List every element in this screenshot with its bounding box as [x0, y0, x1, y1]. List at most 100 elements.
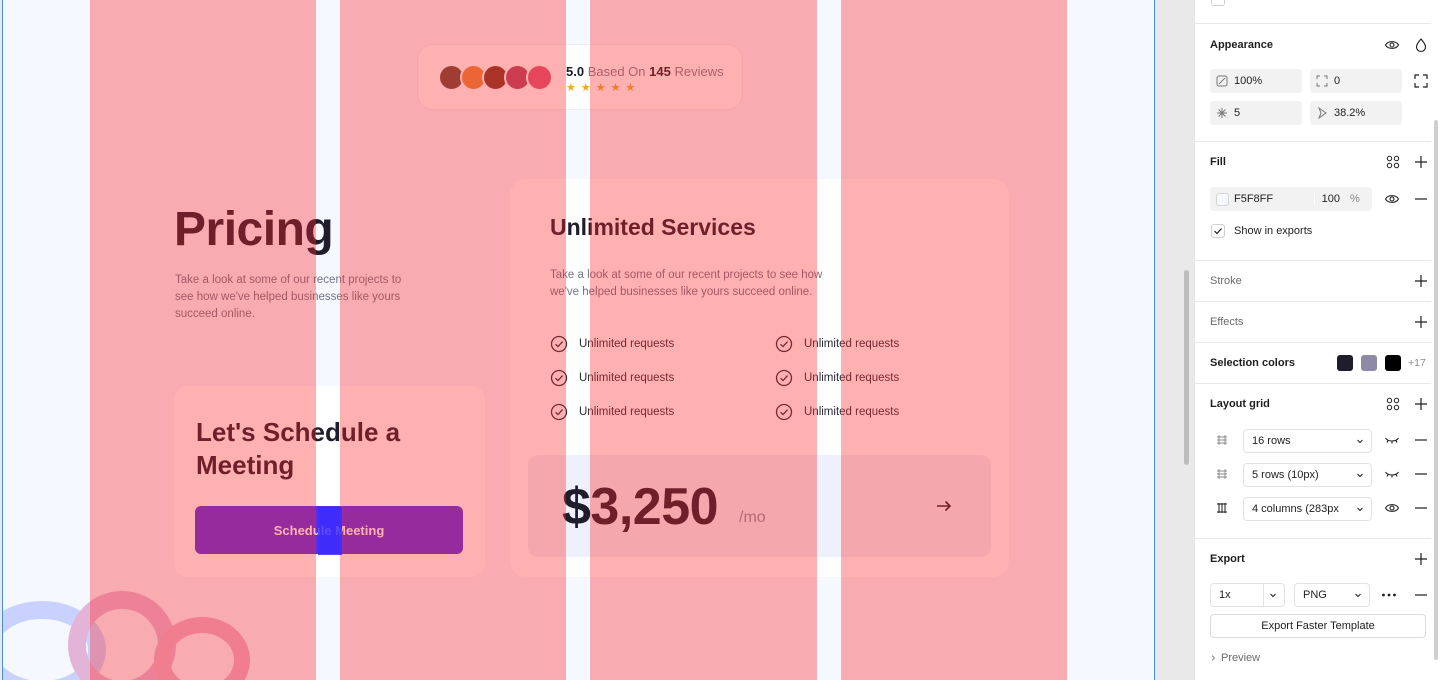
checkmark-icon — [1214, 228, 1222, 235]
check-circle-icon — [775, 335, 793, 353]
selection-color-swatch[interactable] — [1337, 355, 1353, 371]
grid-select-rows-10px[interactable]: 5 rows (10px) — [1243, 463, 1372, 487]
unlimited-services-card: Unlimited Services Take a look at some o… — [510, 179, 1009, 577]
opacity-field[interactable]: 100% — [1210, 69, 1302, 93]
price-amount: $3,250 — [562, 478, 719, 536]
selection-color-swatch[interactable] — [1385, 355, 1401, 371]
remove-fill-icon[interactable] — [1413, 191, 1429, 207]
more-options-icon[interactable] — [1381, 587, 1397, 603]
appearance-section: Appearance 100% 0 5 38.2% — [1195, 23, 1431, 141]
add-grid-icon[interactable] — [1413, 396, 1429, 412]
selection-colors-section: Selection colors +17 — [1195, 342, 1431, 383]
export-scale-select[interactable]: 1x — [1210, 583, 1285, 607]
remove-grid-icon[interactable] — [1413, 466, 1429, 482]
feature-label: Unlimited requests — [579, 338, 675, 350]
star-ratio-field[interactable]: 38.2% — [1310, 101, 1402, 125]
layout-grid-column — [90, 0, 316, 680]
corner-radius-field[interactable]: 0 — [1310, 69, 1402, 93]
chevron-down-icon — [1357, 473, 1363, 478]
export-format-select[interactable]: PNG — [1294, 583, 1370, 607]
grid-select-rows[interactable]: 16 rows — [1243, 429, 1372, 453]
feature-label: Unlimited requests — [579, 372, 675, 384]
feature-item: Unlimited requests — [775, 368, 899, 388]
layout-grid-title: Layout grid — [1210, 398, 1270, 410]
fill-visibility-icon[interactable] — [1384, 191, 1400, 207]
chevron-down-icon — [1355, 593, 1361, 598]
appearance-title: Appearance — [1210, 39, 1273, 51]
export-button[interactable]: Export Faster Template — [1210, 614, 1426, 638]
corner-radius-icon — [1310, 69, 1334, 93]
pricing-frame[interactable]: 5.0 Based On 145 Reviews ★★★★★ Pricing T… — [2, 0, 1155, 680]
design-canvas[interactable]: 5.0 Based On 145 Reviews ★★★★★ Pricing T… — [0, 0, 1194, 680]
fill-opacity-value[interactable]: 100 — [1314, 193, 1344, 205]
chevron-down-icon — [1357, 439, 1363, 444]
reviewer-avatars — [438, 64, 558, 92]
price-box[interactable]: $3,250 /mo — [528, 455, 991, 557]
chevron-down-icon — [1270, 593, 1276, 598]
review-rating: 5.0 — [566, 64, 585, 79]
chevron-right-icon — [1211, 655, 1216, 661]
selection-color-swatch[interactable] — [1361, 355, 1377, 371]
grid-select-label: 4 columns (283px — [1252, 503, 1339, 515]
arrow-right-icon[interactable] — [933, 495, 955, 517]
preview-label: Preview — [1221, 652, 1261, 664]
check-circle-icon — [775, 403, 793, 421]
more-colors-count[interactable]: +17 — [1408, 357, 1426, 369]
fill-percent-sign: % — [1350, 193, 1360, 205]
remove-grid-icon[interactable] — [1413, 500, 1429, 516]
panel-scrollbar[interactable] — [1434, 120, 1438, 660]
feature-label: Unlimited requests — [804, 338, 900, 350]
grid-select-label: 16 rows — [1252, 435, 1291, 447]
remove-export-icon[interactable] — [1413, 587, 1429, 603]
meeting-heading: Let's Schedule a Meeting — [196, 417, 401, 480]
star-points-field[interactable]: 5 — [1210, 101, 1302, 125]
fill-color-field[interactable]: F5F8FF 100 % — [1210, 187, 1372, 211]
selection-colors-title: Selection colors — [1210, 357, 1295, 369]
feature-label: Unlimited requests — [804, 406, 900, 418]
grid-visible-eye-icon[interactable] — [1384, 500, 1400, 516]
export-scale-value: 1x — [1219, 589, 1231, 601]
opacity-icon — [1210, 69, 1234, 93]
reviews-badge: 5.0 Based On 145 Reviews ★★★★★ — [417, 44, 743, 110]
add-fill-icon[interactable] — [1413, 154, 1429, 170]
independent-corners-icon[interactable] — [1413, 73, 1429, 89]
stroke-section: Stroke — [1195, 260, 1431, 301]
show-in-exports-checkbox[interactable] — [1211, 224, 1225, 238]
preview-toggle[interactable]: Preview — [1209, 652, 1260, 664]
show-in-exports-label: Show in exports — [1234, 225, 1313, 237]
remove-grid-icon[interactable] — [1413, 432, 1429, 448]
eye-icon[interactable] — [1384, 37, 1400, 53]
rows-grid-icon[interactable] — [1214, 432, 1230, 448]
feature-label: Unlimited requests — [579, 406, 675, 418]
selection-highlight — [318, 507, 342, 555]
export-format-value: PNG — [1303, 589, 1327, 601]
cut-off-checkbox[interactable] — [1211, 0, 1225, 6]
review-count: 145 — [649, 64, 671, 79]
pricing-heading: Pricing — [174, 203, 334, 256]
star-count-icon — [1210, 101, 1234, 125]
pricing-description: Take a look at some of our recent projec… — [175, 274, 402, 320]
columns-grid-icon[interactable] — [1214, 500, 1230, 516]
add-stroke-icon[interactable] — [1413, 273, 1429, 289]
rows-grid-icon[interactable] — [1214, 466, 1230, 482]
review-summary: 5.0 Based On 145 Reviews — [566, 64, 724, 79]
price-unit: /mo — [739, 509, 766, 526]
add-effect-icon[interactable] — [1413, 314, 1429, 330]
review-based-on: Based On — [587, 64, 646, 79]
grid-styles-icon[interactable] — [1385, 396, 1401, 412]
feature-item: Unlimited requests — [550, 368, 674, 388]
grid-select-columns[interactable]: 4 columns (283px — [1243, 497, 1372, 521]
grid-hidden-icon[interactable] — [1384, 432, 1400, 448]
add-export-icon[interactable] — [1413, 551, 1429, 567]
star-ratio-value: 38.2% — [1334, 107, 1366, 119]
styles-grid-icon[interactable] — [1385, 154, 1401, 170]
fill-hex-value[interactable]: F5F8FF — [1234, 193, 1314, 205]
blend-mode-icon[interactable] — [1413, 37, 1429, 53]
feature-item: Unlimited requests — [775, 334, 899, 354]
grid-hidden-icon[interactable] — [1384, 466, 1400, 482]
fill-section: Fill F5F8FF 100 % Show in exports — [1195, 141, 1431, 260]
canvas-scrollbar[interactable] — [1184, 270, 1189, 465]
check-circle-icon — [550, 369, 568, 387]
star-rating: ★★★★★ — [566, 82, 641, 94]
fill-swatch[interactable] — [1210, 187, 1234, 211]
